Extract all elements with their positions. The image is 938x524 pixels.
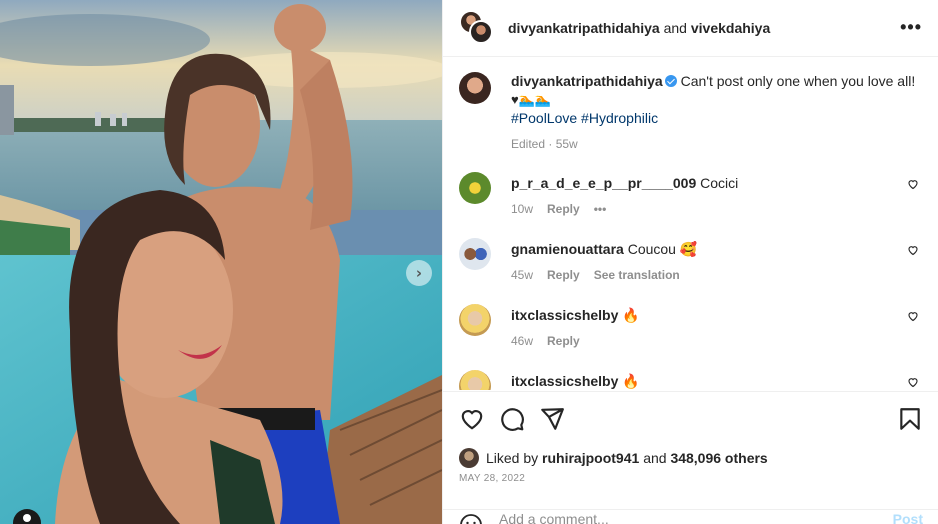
- caption-emoji: ♥🏊🏊: [511, 92, 552, 107]
- add-comment-input[interactable]: [499, 511, 879, 524]
- comment-age: 46w: [511, 334, 534, 348]
- author-primary-link[interactable]: divyankatripathidahiya: [508, 20, 660, 36]
- more-horizontal-icon: •••: [900, 17, 922, 37]
- liked-by-user-link[interactable]: ruhirajpoot941: [542, 450, 639, 466]
- avatar: [469, 20, 493, 44]
- comment-username[interactable]: p_r_a_d_e_e_p__pr____009: [511, 175, 696, 191]
- avatar[interactable]: [459, 238, 491, 270]
- share-send-icon[interactable]: [539, 406, 565, 432]
- post-authors: divyankatripathidahiya and vivekdahiya: [508, 20, 770, 36]
- comment-age: 10w: [511, 202, 534, 216]
- comment-item: gnamienouattara Coucou 🥰 45w Reply See t…: [459, 238, 929, 284]
- comment-item: itxclassicshelby 🔥 46w Reply: [459, 304, 929, 350]
- post-date: MAY 28, 2022: [459, 473, 526, 484]
- caption-hashtags[interactable]: #PoolLove #Hydrophilic: [511, 110, 658, 126]
- caption-meta: Edited · 55w: [511, 137, 578, 151]
- comments-list[interactable]: divyankatripathidahiya Can't post only o…: [443, 58, 938, 390]
- post-header: divyankatripathidahiya and vivekdahiya •…: [443, 0, 938, 57]
- like-comment-heart-icon[interactable]: [907, 310, 919, 322]
- post-comment-button[interactable]: Post: [893, 511, 923, 524]
- comment-text: 🔥: [622, 307, 640, 323]
- reply-button[interactable]: Reply: [547, 266, 580, 284]
- comment-text: Cocici: [700, 175, 739, 191]
- comment-item: itxclassicshelby 🔥: [459, 370, 929, 390]
- more-options-button[interactable]: •••: [900, 18, 922, 36]
- reply-button[interactable]: Reply: [547, 200, 580, 218]
- verified-badge-icon: [664, 75, 677, 87]
- like-comment-heart-icon[interactable]: [907, 376, 919, 388]
- comment-bubble-icon[interactable]: [499, 406, 525, 432]
- comment-username[interactable]: itxclassicshelby: [511, 373, 618, 389]
- caption-text: Can't post only one when you love all!: [680, 73, 916, 89]
- avatar[interactable]: [459, 72, 491, 104]
- likes-middle: and: [643, 450, 667, 466]
- likes-count-link[interactable]: 348,096 others: [670, 450, 767, 466]
- caption: divyankatripathidahiya Can't post only o…: [459, 72, 929, 153]
- avatar[interactable]: [459, 172, 491, 204]
- like-heart-icon[interactable]: [459, 406, 485, 432]
- post-actions: Liked by ruhirajpoot941 and 348,096 othe…: [443, 391, 938, 524]
- comment-text: 🔥: [622, 373, 640, 389]
- carousel-next-button[interactable]: ›: [406, 260, 432, 286]
- comment-age: 45w: [511, 268, 534, 282]
- reply-button[interactable]: Reply: [547, 332, 580, 350]
- collab-avatars[interactable]: [459, 10, 495, 46]
- like-comment-heart-icon[interactable]: [907, 244, 919, 256]
- caption-username[interactable]: divyankatripathidahiya: [511, 73, 663, 89]
- avatar[interactable]: [459, 304, 491, 336]
- post-photo[interactable]: ›: [0, 0, 442, 524]
- likes-summary: Liked by ruhirajpoot941 and 348,096 othe…: [459, 448, 768, 468]
- comment-username[interactable]: itxclassicshelby: [511, 307, 618, 323]
- comment-username[interactable]: gnamienouattara: [511, 241, 624, 257]
- like-comment-heart-icon[interactable]: [907, 178, 919, 190]
- save-bookmark-icon[interactable]: [897, 406, 923, 432]
- chevron-right-icon: ›: [415, 263, 423, 282]
- post-panel: divyankatripathidahiya and vivekdahiya •…: [442, 0, 938, 524]
- action-icons-row: [459, 406, 923, 432]
- avatar[interactable]: [459, 448, 479, 468]
- emoji-smile-icon[interactable]: [459, 513, 483, 524]
- comment-options-button[interactable]: •••: [594, 200, 607, 218]
- comment-item: p_r_a_d_e_e_p__pr____009 Cocici 10w Repl…: [459, 172, 929, 218]
- comment-text: Coucou 🥰: [627, 241, 698, 257]
- likes-prefix: Liked by: [486, 450, 539, 466]
- avatar[interactable]: [459, 370, 491, 390]
- see-translation-button[interactable]: See translation: [594, 266, 680, 284]
- author-and-text: and: [663, 20, 687, 36]
- user-tag-icon: [23, 514, 31, 522]
- author-secondary-link[interactable]: vivekdahiya: [691, 20, 770, 36]
- photo-illustration: [0, 0, 442, 524]
- add-comment-bar: Post: [443, 509, 938, 524]
